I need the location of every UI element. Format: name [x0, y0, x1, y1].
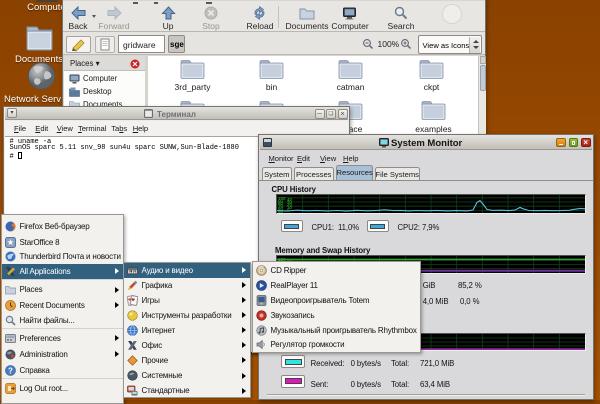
svg-text:?: ?: [8, 366, 13, 375]
